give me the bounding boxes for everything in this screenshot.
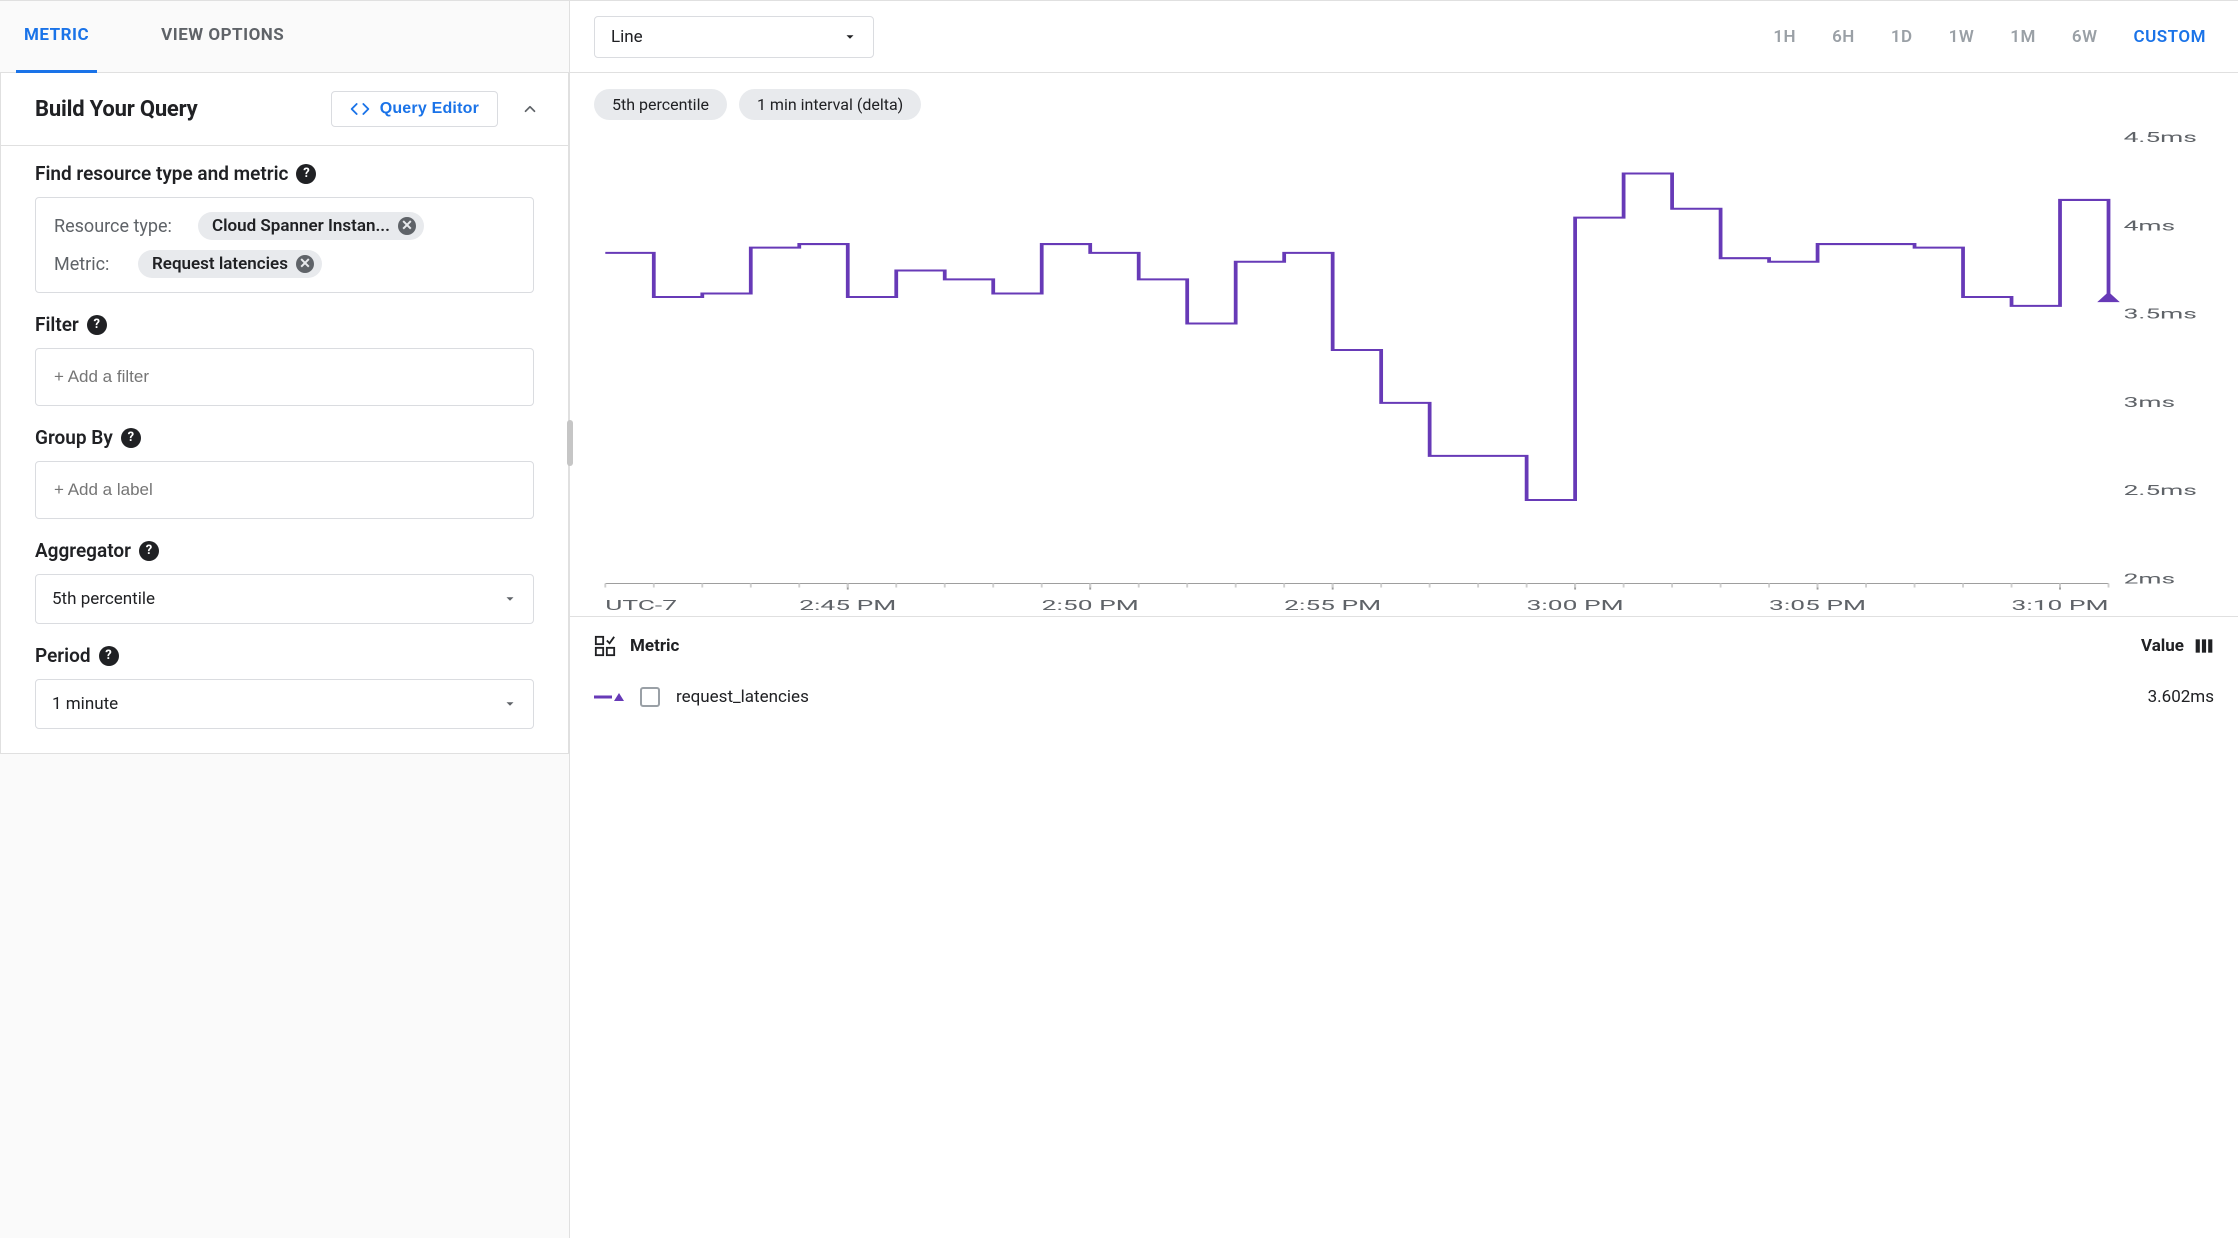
aggregator-select[interactable]: 5th percentile [35,574,534,624]
legend-value-header: Value [2141,636,2184,656]
svg-text:3:00 PM: 3:00 PM [1527,597,1624,614]
caret-down-icon [503,697,517,711]
panel-header: Build Your Query Query Editor [1,73,568,146]
resource-metric-box: Resource type: Cloud Spanner Instan... ✕… [35,197,534,293]
svg-text:2.5ms: 2.5ms [2124,482,2197,499]
help-icon[interactable]: ? [99,646,119,666]
time-range-1h[interactable]: 1H [1773,27,1796,47]
series-value: 3.602ms [2148,687,2214,707]
group-by-label: Group By ? [35,426,534,449]
svg-text:3.5ms: 3.5ms [2124,306,2197,323]
filter-input[interactable] [54,363,515,391]
left-tabs: METRIC VIEW OPTIONS [0,1,569,73]
chart-pill-1: 1 min interval (delta) [739,89,921,120]
chart-pill-0: 5th percentile [594,89,727,120]
help-icon[interactable]: ? [296,164,316,184]
series-swatch [594,691,624,703]
line-chart[interactable]: 4.5ms 4ms 3.5ms 3ms 2.5ms 2ms UTC-7 2:45 PM 2:50… [594,128,2214,616]
legend-metric-header: Metric [630,636,679,656]
svg-text:4ms: 4ms [2124,218,2176,235]
chart-panel: Line 1H 6H 1D 1W 1M 6W CUSTOM 5th percentile 1 … [570,1,2238,1238]
time-range-custom[interactable]: CUSTOM [2134,27,2206,47]
svg-text:2:45 PM: 2:45 PM [799,597,896,614]
remove-resource-type-icon[interactable]: ✕ [398,217,416,235]
legend-header-row: Metric Value [570,616,2238,671]
query-editor-label: Query Editor [380,100,479,118]
group-by-box[interactable] [35,461,534,519]
columns-icon[interactable] [2194,637,2214,655]
time-range-6h[interactable]: 6H [1832,27,1855,47]
find-resource-label: Find resource type and metric ? [35,162,534,185]
svg-text:2ms: 2ms [2124,571,2176,588]
legend-series-row[interactable]: request_latencies 3.602ms [570,671,2238,723]
svg-text:3:05 PM: 3:05 PM [1769,597,1866,614]
metric-chip[interactable]: Request latencies ✕ [138,250,322,278]
period-select[interactable]: 1 minute [35,679,534,729]
filter-label: Filter ? [35,313,534,336]
help-icon[interactable]: ? [121,428,141,448]
series-name: request_latencies [676,687,809,707]
query-builder-panel: METRIC VIEW OPTIONS Build Your Query Que… [0,1,570,1238]
period-label: Period ? [35,644,534,667]
series-checkbox[interactable] [640,687,660,707]
tab-metric[interactable]: METRIC [16,1,97,73]
chart-topbar: Line 1H 6H 1D 1W 1M 6W CUSTOM [570,1,2238,73]
svg-text:2:55 PM: 2:55 PM [1284,597,1381,614]
resource-type-chip[interactable]: Cloud Spanner Instan... ✕ [198,212,424,240]
panel-title: Build Your Query [35,97,198,122]
filter-box[interactable] [35,348,534,406]
chart-type-select[interactable]: Line [594,16,874,58]
help-icon[interactable]: ? [139,541,159,561]
svg-text:UTC-7: UTC-7 [605,597,677,614]
collapse-chevron-icon[interactable] [520,100,540,118]
time-range-picker: 1H 6H 1D 1W 1M 6W CUSTOM [1773,27,2206,47]
svg-text:4.5ms: 4.5ms [2124,129,2197,146]
aggregator-label: Aggregator ? [35,539,534,562]
time-range-1w[interactable]: 1W [1949,27,1975,47]
group-by-input[interactable] [54,476,515,504]
caret-down-icon [843,30,857,44]
svg-text:2:50 PM: 2:50 PM [1042,597,1139,614]
time-range-6w[interactable]: 6W [2072,27,2098,47]
tab-view-options[interactable]: VIEW OPTIONS [153,1,292,73]
caret-down-icon [503,592,517,606]
chart-pills: 5th percentile 1 min interval (delta) [594,89,2214,120]
remove-metric-icon[interactable]: ✕ [296,255,314,273]
query-editor-button[interactable]: Query Editor [331,91,498,127]
grid-toggle-icon[interactable] [594,635,616,657]
resource-type-label: Resource type: [54,216,184,237]
svg-text:3:10 PM: 3:10 PM [2011,597,2108,614]
svg-text:3ms: 3ms [2124,394,2176,411]
help-icon[interactable]: ? [87,315,107,335]
time-range-1m[interactable]: 1M [2010,27,2036,47]
time-range-1d[interactable]: 1D [1891,27,1913,47]
metric-label: Metric: [54,254,124,275]
code-icon [350,102,370,116]
